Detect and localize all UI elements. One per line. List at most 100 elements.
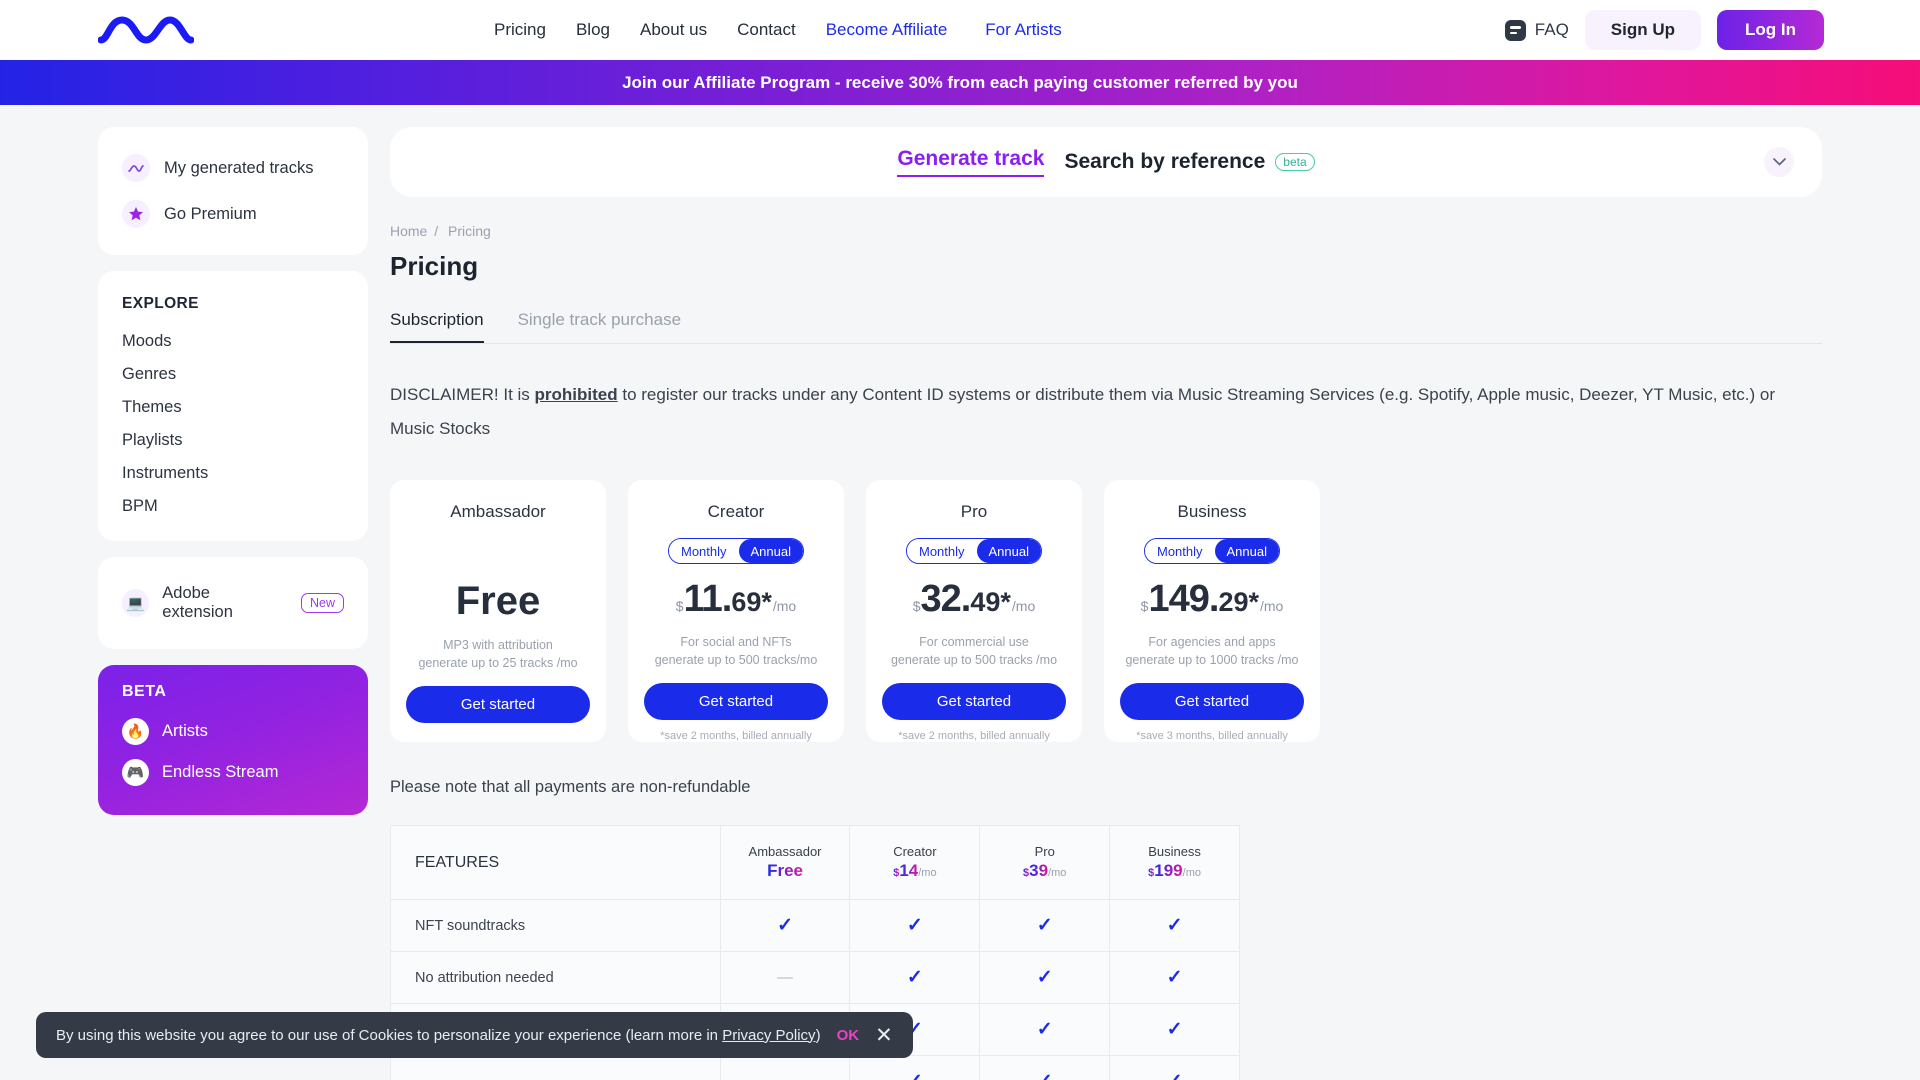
- tab-subscription[interactable]: Subscription: [390, 310, 484, 343]
- plan-name: Pro: [960, 502, 988, 521]
- nav-link-contact[interactable]: Contact: [737, 20, 796, 40]
- laptop-icon: 💻: [122, 589, 150, 617]
- get-started-button[interactable]: Get started: [882, 683, 1066, 721]
- sidebar-item-adobe-extension[interactable]: 💻 Adobe extension New: [98, 579, 368, 627]
- toggle-monthly[interactable]: Monthly: [906, 539, 977, 563]
- price-period: /mo: [1259, 598, 1284, 614]
- sidebar-explore-card: EXPLORE Moods Genres Themes Playlists In…: [98, 271, 368, 541]
- sidebar-item-bpm[interactable]: BPM: [98, 490, 368, 523]
- dash-icon: [777, 976, 794, 979]
- sidebar-item-instruments[interactable]: Instruments: [98, 457, 368, 490]
- check-icon: ✓: [906, 915, 923, 936]
- feature-name: [390, 1055, 721, 1080]
- beta-badge: beta: [1275, 153, 1315, 171]
- plan-desc-line-1: For agencies and apps: [1148, 635, 1276, 649]
- check-icon: ✓: [777, 915, 793, 936]
- toggle-monthly[interactable]: Monthly: [668, 539, 739, 563]
- sidebar-item-moods[interactable]: Moods: [98, 325, 368, 358]
- price-period: /mo: [772, 598, 797, 614]
- check-icon: ✓: [1166, 915, 1183, 936]
- price-decimal: 49*: [970, 587, 1011, 617]
- check-icon: ✓: [1036, 967, 1053, 988]
- sign-up-button[interactable]: Sign Up: [1584, 10, 1702, 50]
- chevron-down-icon[interactable]: [1764, 147, 1794, 177]
- nav-link-for-artists[interactable]: For Artists: [985, 20, 1062, 40]
- feature-value-business: ✓: [1109, 951, 1240, 1004]
- get-started-button[interactable]: Get started: [1120, 683, 1304, 721]
- sidebar-item-go-premium[interactable]: Go Premium: [98, 191, 368, 237]
- get-started-button[interactable]: Get started: [406, 686, 590, 724]
- toggle-annual[interactable]: Annual: [738, 539, 803, 563]
- feature-value-creator: ✓: [849, 1055, 981, 1080]
- nav-link-about-us[interactable]: About us: [640, 20, 707, 40]
- tab-single-track-purchase[interactable]: Single track purchase: [518, 310, 681, 343]
- sidebar-beta-card: BETA 🔥 Artists 🎮 Endless Stream: [98, 665, 368, 815]
- breadcrumb: Home / Pricing: [390, 223, 1822, 239]
- feature-value-pro: ✓: [979, 899, 1111, 952]
- faq-button[interactable]: FAQ: [1504, 19, 1569, 41]
- beta-item-label: Artists: [162, 722, 208, 740]
- breadcrumb-home[interactable]: Home: [390, 223, 427, 239]
- column-plan-price: $199/mo: [1148, 861, 1201, 880]
- non-refundable-note: Please note that all payments are non-re…: [390, 778, 751, 796]
- sidebar-item-label: My generated tracks: [164, 158, 314, 177]
- privacy-policy-link[interactable]: Privacy Policy: [722, 1027, 815, 1044]
- column-price-period: /mo: [1182, 867, 1201, 879]
- plan-billing-note: *save 2 months, billed annually: [660, 730, 812, 743]
- sidebar-item-genres[interactable]: Genres: [98, 358, 368, 391]
- plan-desc-line-1: For commercial use: [919, 635, 1029, 649]
- plan-billing-note: *save 2 months, billed annually: [898, 730, 1050, 743]
- sidebar-top-card: My generated tracks Go Premium: [98, 127, 368, 255]
- breadcrumb-separator: /: [434, 223, 439, 239]
- affiliate-banner[interactable]: Join our Affiliate Program - receive 30%…: [0, 60, 1920, 105]
- check-icon: ✓: [907, 1071, 923, 1080]
- toggle-monthly[interactable]: Monthly: [1144, 539, 1215, 563]
- feature-value-business: ✓: [1109, 899, 1240, 952]
- sidebar-item-my-generated-tracks[interactable]: My generated tracks: [98, 145, 368, 191]
- feature-name: NFT soundtracks: [390, 899, 721, 952]
- sidebar-item-artists[interactable]: 🔥 Artists: [122, 711, 344, 752]
- fire-icon: 🔥: [122, 718, 149, 745]
- extension-label: Adobe extension: [162, 584, 233, 621]
- column-plan-name: Pro: [1034, 844, 1055, 859]
- price-period: /mo: [1011, 598, 1036, 614]
- disclaimer-prohibited: prohibited: [534, 385, 618, 404]
- column-price-value: Free: [767, 861, 803, 880]
- check-icon: ✓: [1036, 1019, 1053, 1040]
- plan-card-business: Business Monthly Annual $ 149. 29* /mo F…: [1104, 480, 1320, 742]
- log-in-button[interactable]: Log In: [1717, 10, 1824, 50]
- toggle-annual[interactable]: Annual: [976, 539, 1041, 563]
- nav-link-blog[interactable]: Blog: [576, 20, 610, 40]
- plan-toggle-spacer: [406, 538, 590, 579]
- billing-period-toggle[interactable]: Monthly Annual: [1143, 538, 1280, 564]
- faq-label: FAQ: [1534, 20, 1569, 39]
- new-badge: New: [300, 593, 344, 613]
- tab-generate-track[interactable]: Generate track: [897, 147, 1045, 177]
- get-started-button[interactable]: Get started: [644, 683, 828, 721]
- column-price-period: /mo: [918, 867, 937, 879]
- tab-search-by-reference[interactable]: Search by reference beta: [1064, 150, 1315, 174]
- check-icon: ✓: [1167, 1071, 1183, 1080]
- sidebar-item-endless-stream[interactable]: 🎮 Endless Stream: [122, 752, 344, 793]
- pricing-content: Home / Pricing Pricing Subscription Sing…: [390, 223, 1822, 1080]
- column-price-value: 39: [1029, 861, 1049, 880]
- sidebar-item-themes[interactable]: Themes: [98, 391, 368, 424]
- check-icon: ✓: [1166, 967, 1183, 988]
- plan-desc-line-1: For social and NFTs: [680, 635, 792, 649]
- nav-link-pricing[interactable]: Pricing: [494, 20, 546, 40]
- cookie-ok-button[interactable]: OK: [837, 1027, 860, 1044]
- sidebar-item-playlists[interactable]: Playlists: [98, 424, 368, 457]
- price-integer: 32.: [920, 578, 972, 620]
- faq-icon: [1504, 19, 1526, 41]
- nav-link-become-affiliate[interactable]: Become Affiliate: [826, 20, 948, 40]
- main-content: Generate track Search by reference beta …: [390, 127, 1822, 1080]
- toggle-annual[interactable]: Annual: [1214, 539, 1279, 563]
- close-icon[interactable]: ✕: [875, 1025, 893, 1046]
- billing-period-toggle[interactable]: Monthly Annual: [905, 538, 1042, 564]
- plan-billing-note: *save 3 months, billed annually: [1136, 730, 1288, 743]
- billing-period-toggle[interactable]: Monthly Annual: [667, 538, 804, 564]
- wave-logo-icon[interactable]: [98, 13, 194, 47]
- feature-value-business: ✓: [1109, 1003, 1240, 1056]
- plan-description: For social and NFTs generate up to 500 t…: [644, 633, 828, 669]
- plan-desc-line-2: generate up to 500 tracks/mo: [654, 653, 818, 668]
